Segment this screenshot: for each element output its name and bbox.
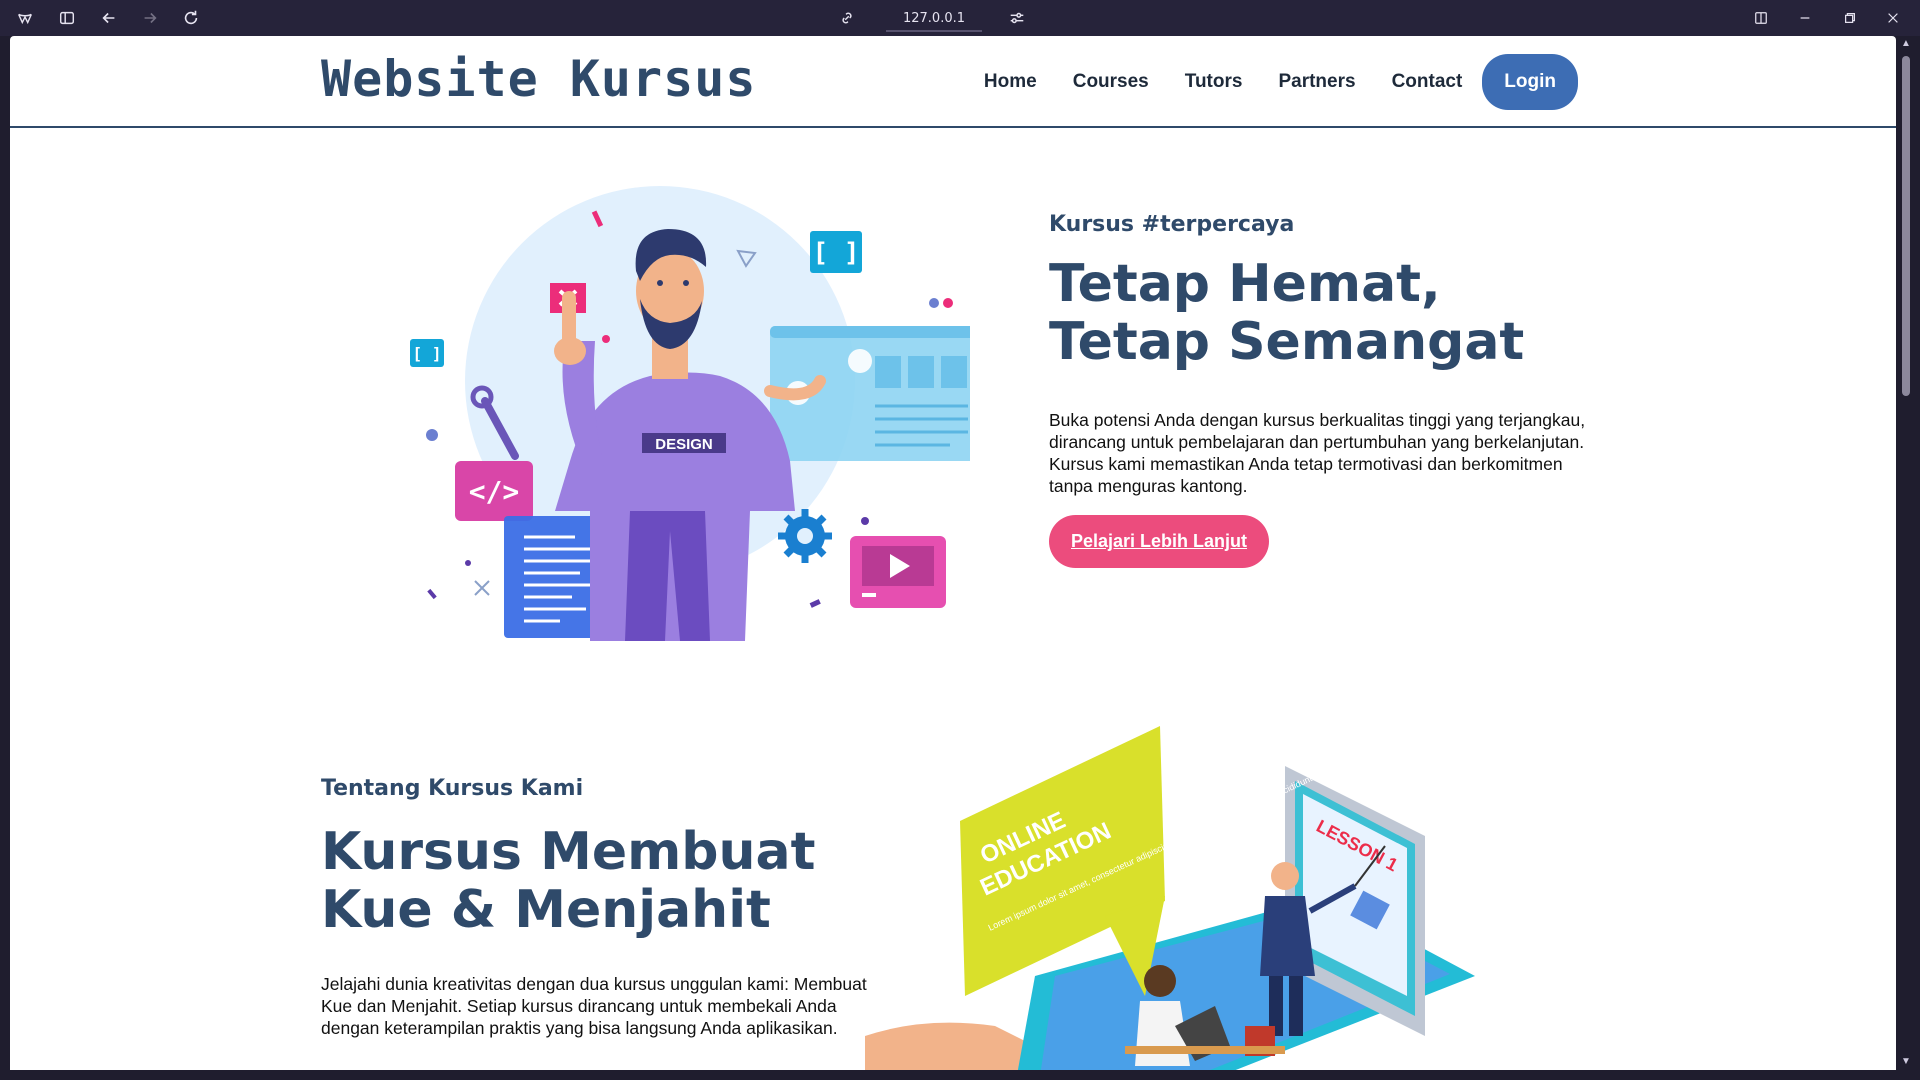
hero-kicker: Kursus #terpercaya	[1049, 212, 1295, 237]
minimize-icon[interactable]	[1792, 6, 1818, 30]
about-kicker: Tentang Kursus Kami	[321, 776, 584, 801]
nav-partners[interactable]: Partners	[1260, 71, 1373, 93]
hero-illustration: [ ] [ ] </> DESIGN	[410, 186, 970, 641]
close-icon[interactable]	[1880, 6, 1906, 30]
about-section: Tentang Kursus Kami Kursus Membuat Kue &…	[321, 776, 881, 1039]
learn-more-button[interactable]: Pelajari Lebih Lanjut	[1049, 515, 1270, 568]
svg-text:[ ]: [ ]	[413, 344, 442, 363]
svg-text:[ ]: [ ]	[813, 238, 860, 268]
reload-icon[interactable]	[178, 6, 204, 30]
nav-home[interactable]: Home	[966, 71, 1055, 93]
nav-courses[interactable]: Courses	[1055, 71, 1167, 93]
browser-toolbar: 127.0.0.1	[0, 0, 1920, 36]
site-header: Website Kursus Home Courses Tutors Partn…	[10, 36, 1896, 128]
scroll-down-icon[interactable]: ▼	[1900, 1056, 1912, 1068]
about-title: Kursus Membuat Kue & Menjahit	[321, 822, 816, 940]
main-nav: Home Courses Tutors Partners Contact Log…	[966, 54, 1578, 110]
nav-tutors[interactable]: Tutors	[1167, 71, 1261, 93]
browser-logo-icon[interactable]	[12, 6, 38, 30]
site-settings-icon[interactable]	[1004, 6, 1030, 30]
address-bar[interactable]: 127.0.0.1	[886, 6, 982, 32]
site-logo[interactable]: Website Kursus	[321, 50, 756, 108]
login-button[interactable]: Login	[1482, 54, 1578, 110]
page-scrollbar[interactable]: ▲ ▼	[1898, 36, 1914, 1070]
sidebar-toggle-icon[interactable]	[54, 6, 80, 30]
online-education-illustration: LESSON 1 ONLINE EDUCATION Lorem ipsum do…	[865, 726, 1475, 1070]
about-description: Jelajahi dunia kreativitas dengan dua ku…	[321, 974, 867, 1038]
scrollbar-thumb[interactable]	[1902, 56, 1910, 396]
page-viewport: Website Kursus Home Courses Tutors Partn…	[10, 36, 1896, 1070]
back-icon[interactable]	[96, 6, 122, 30]
link-icon[interactable]	[834, 6, 860, 30]
scroll-up-icon[interactable]: ▲	[1900, 38, 1912, 50]
svg-text:</>: </>	[469, 475, 520, 508]
hero-section: Kursus #terpercaya Tetap Hemat, Tetap Se…	[1049, 212, 1599, 568]
shirt-text: DESIGN	[655, 436, 713, 453]
hero-description: Buka potensi Anda dengan kursus berkuali…	[1049, 410, 1586, 496]
hero-title: Tetap Hemat, Tetap Semangat	[1049, 254, 1525, 372]
restore-icon[interactable]	[1837, 6, 1863, 30]
forward-icon[interactable]	[137, 6, 163, 30]
split-view-icon[interactable]	[1748, 6, 1774, 30]
nav-contact[interactable]: Contact	[1374, 71, 1481, 93]
